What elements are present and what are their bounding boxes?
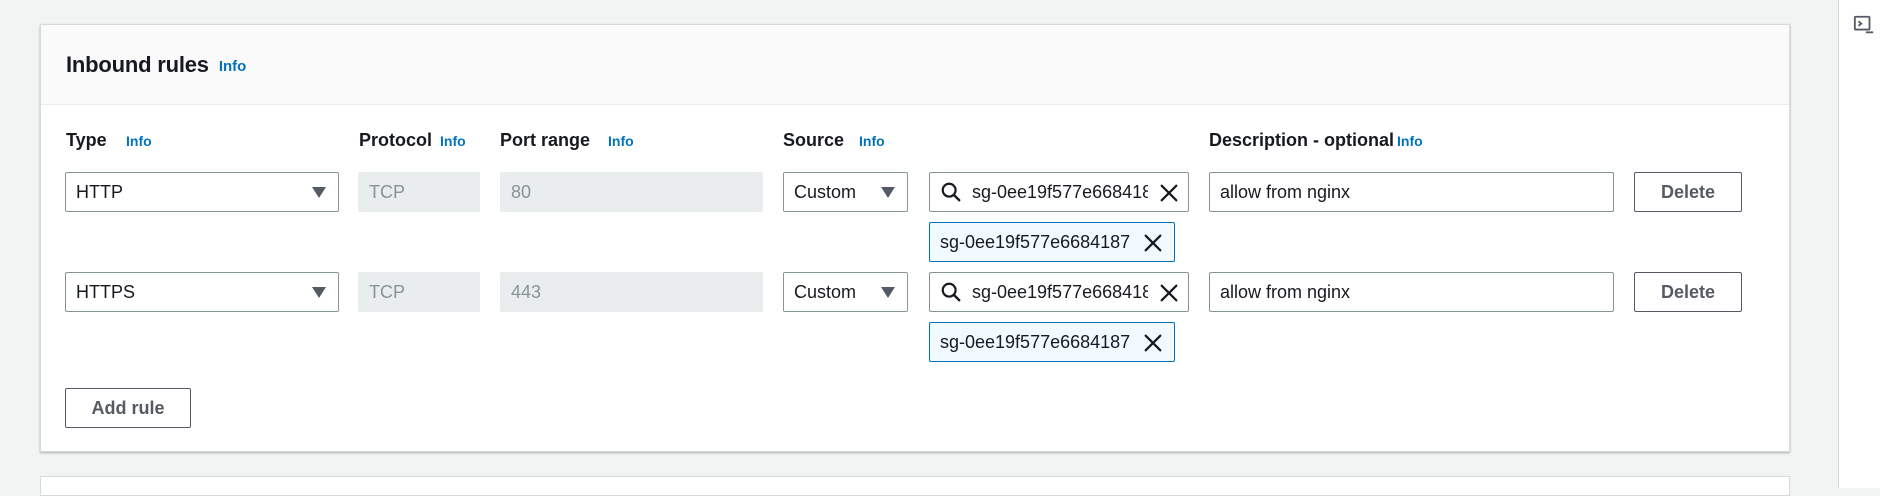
type-column-label: Type (66, 130, 107, 151)
close-icon[interactable] (1142, 332, 1164, 354)
description-column-label: Description - optional (1209, 130, 1394, 151)
rule-1-source-token: sg-0ee19f577e6684187 (929, 222, 1175, 262)
rule-1-description-value: allow from nginx (1220, 181, 1351, 202)
rule-1-port-range-field: 80 (500, 172, 763, 212)
rule-1-source-search-input[interactable]: sg-0ee19f577e6684187 (929, 172, 1189, 212)
search-icon (941, 182, 961, 202)
type-label: Type (66, 130, 107, 150)
close-icon[interactable] (1158, 282, 1180, 304)
protocol-info-link[interactable]: Info (440, 133, 466, 149)
rule-1-protocol-field: TCP (358, 172, 480, 212)
rule-2-source-search-value: sg-0ee19f577e6684187 (972, 281, 1148, 302)
panel-title: Inbound rules (66, 51, 209, 77)
next-panel (40, 476, 1790, 496)
rule-2-protocol-field: TCP (358, 272, 480, 312)
rule-1-protocol-value: TCP (369, 181, 405, 202)
inbound-rules-panel: Inbound rules Info Type Info Protocol In… (40, 24, 1790, 452)
rule-2-description-input[interactable]: allow from nginx (1209, 272, 1614, 312)
rule-2-port-range-value: 443 (511, 281, 542, 302)
close-icon[interactable] (1142, 232, 1164, 254)
rule-2-source-type-select[interactable]: Custom (783, 272, 908, 312)
caret-down-icon (881, 287, 895, 298)
rule-1-source-token-label: sg-0ee19f577e6684187 (940, 231, 1131, 252)
rule-1-source-type-value: Custom (794, 181, 857, 202)
rule-2-source-token: sg-0ee19f577e6684187 (929, 322, 1175, 362)
rule-2-source-search-input[interactable]: sg-0ee19f577e6684187 (929, 272, 1189, 312)
rule-1-description-input[interactable]: allow from nginx (1209, 172, 1614, 212)
panel-header: Inbound rules Info (41, 25, 1789, 105)
caret-down-icon (881, 187, 895, 198)
description-label: Description - optional (1209, 130, 1395, 150)
close-icon[interactable] (1158, 182, 1180, 204)
caret-down-icon (312, 187, 326, 198)
rule-1-source-search-value: sg-0ee19f577e6684187 (972, 181, 1148, 202)
caret-down-icon (312, 287, 326, 298)
port-range-info-link[interactable]: Info (608, 133, 634, 149)
rule-2-type-select[interactable]: HTTPS (65, 272, 339, 312)
rule-2-delete-button[interactable]: Delete (1634, 272, 1742, 312)
rule-1-type-value: HTTP (76, 181, 123, 202)
rule-2-source-token-label: sg-0ee19f577e6684187 (940, 331, 1131, 352)
protocol-label: Protocol (359, 130, 433, 150)
rule-2-source-type-value: Custom (794, 281, 857, 302)
rule-2-protocol-value: TCP (369, 281, 405, 302)
source-column-label: Source (783, 130, 844, 151)
rule-1-delete-button[interactable]: Delete (1634, 172, 1742, 212)
source-label: Source (783, 130, 845, 150)
cloudshell-icon[interactable] (1853, 14, 1875, 36)
rule-2-description-value: allow from nginx (1220, 281, 1351, 302)
rule-1-source-type-select[interactable]: Custom (783, 172, 908, 212)
source-info-link[interactable]: Info (859, 133, 885, 149)
description-info-link[interactable]: Info (1397, 133, 1423, 149)
rule-2-port-range-field: 443 (500, 272, 763, 312)
port-range-column-label: Port range (500, 130, 590, 151)
rule-2-type-value: HTTPS (76, 281, 136, 302)
protocol-column-label: Protocol (359, 130, 432, 151)
type-info-link[interactable]: Info (126, 133, 152, 149)
rule-1-type-select[interactable]: HTTP (65, 172, 339, 212)
add-rule-button[interactable]: Add rule (65, 388, 191, 428)
title-info-link[interactable]: Info (219, 58, 247, 75)
port-range-label: Port range (500, 130, 591, 150)
rule-1-port-range-value: 80 (511, 181, 532, 202)
right-rail (1838, 0, 1880, 488)
search-icon (941, 282, 961, 302)
